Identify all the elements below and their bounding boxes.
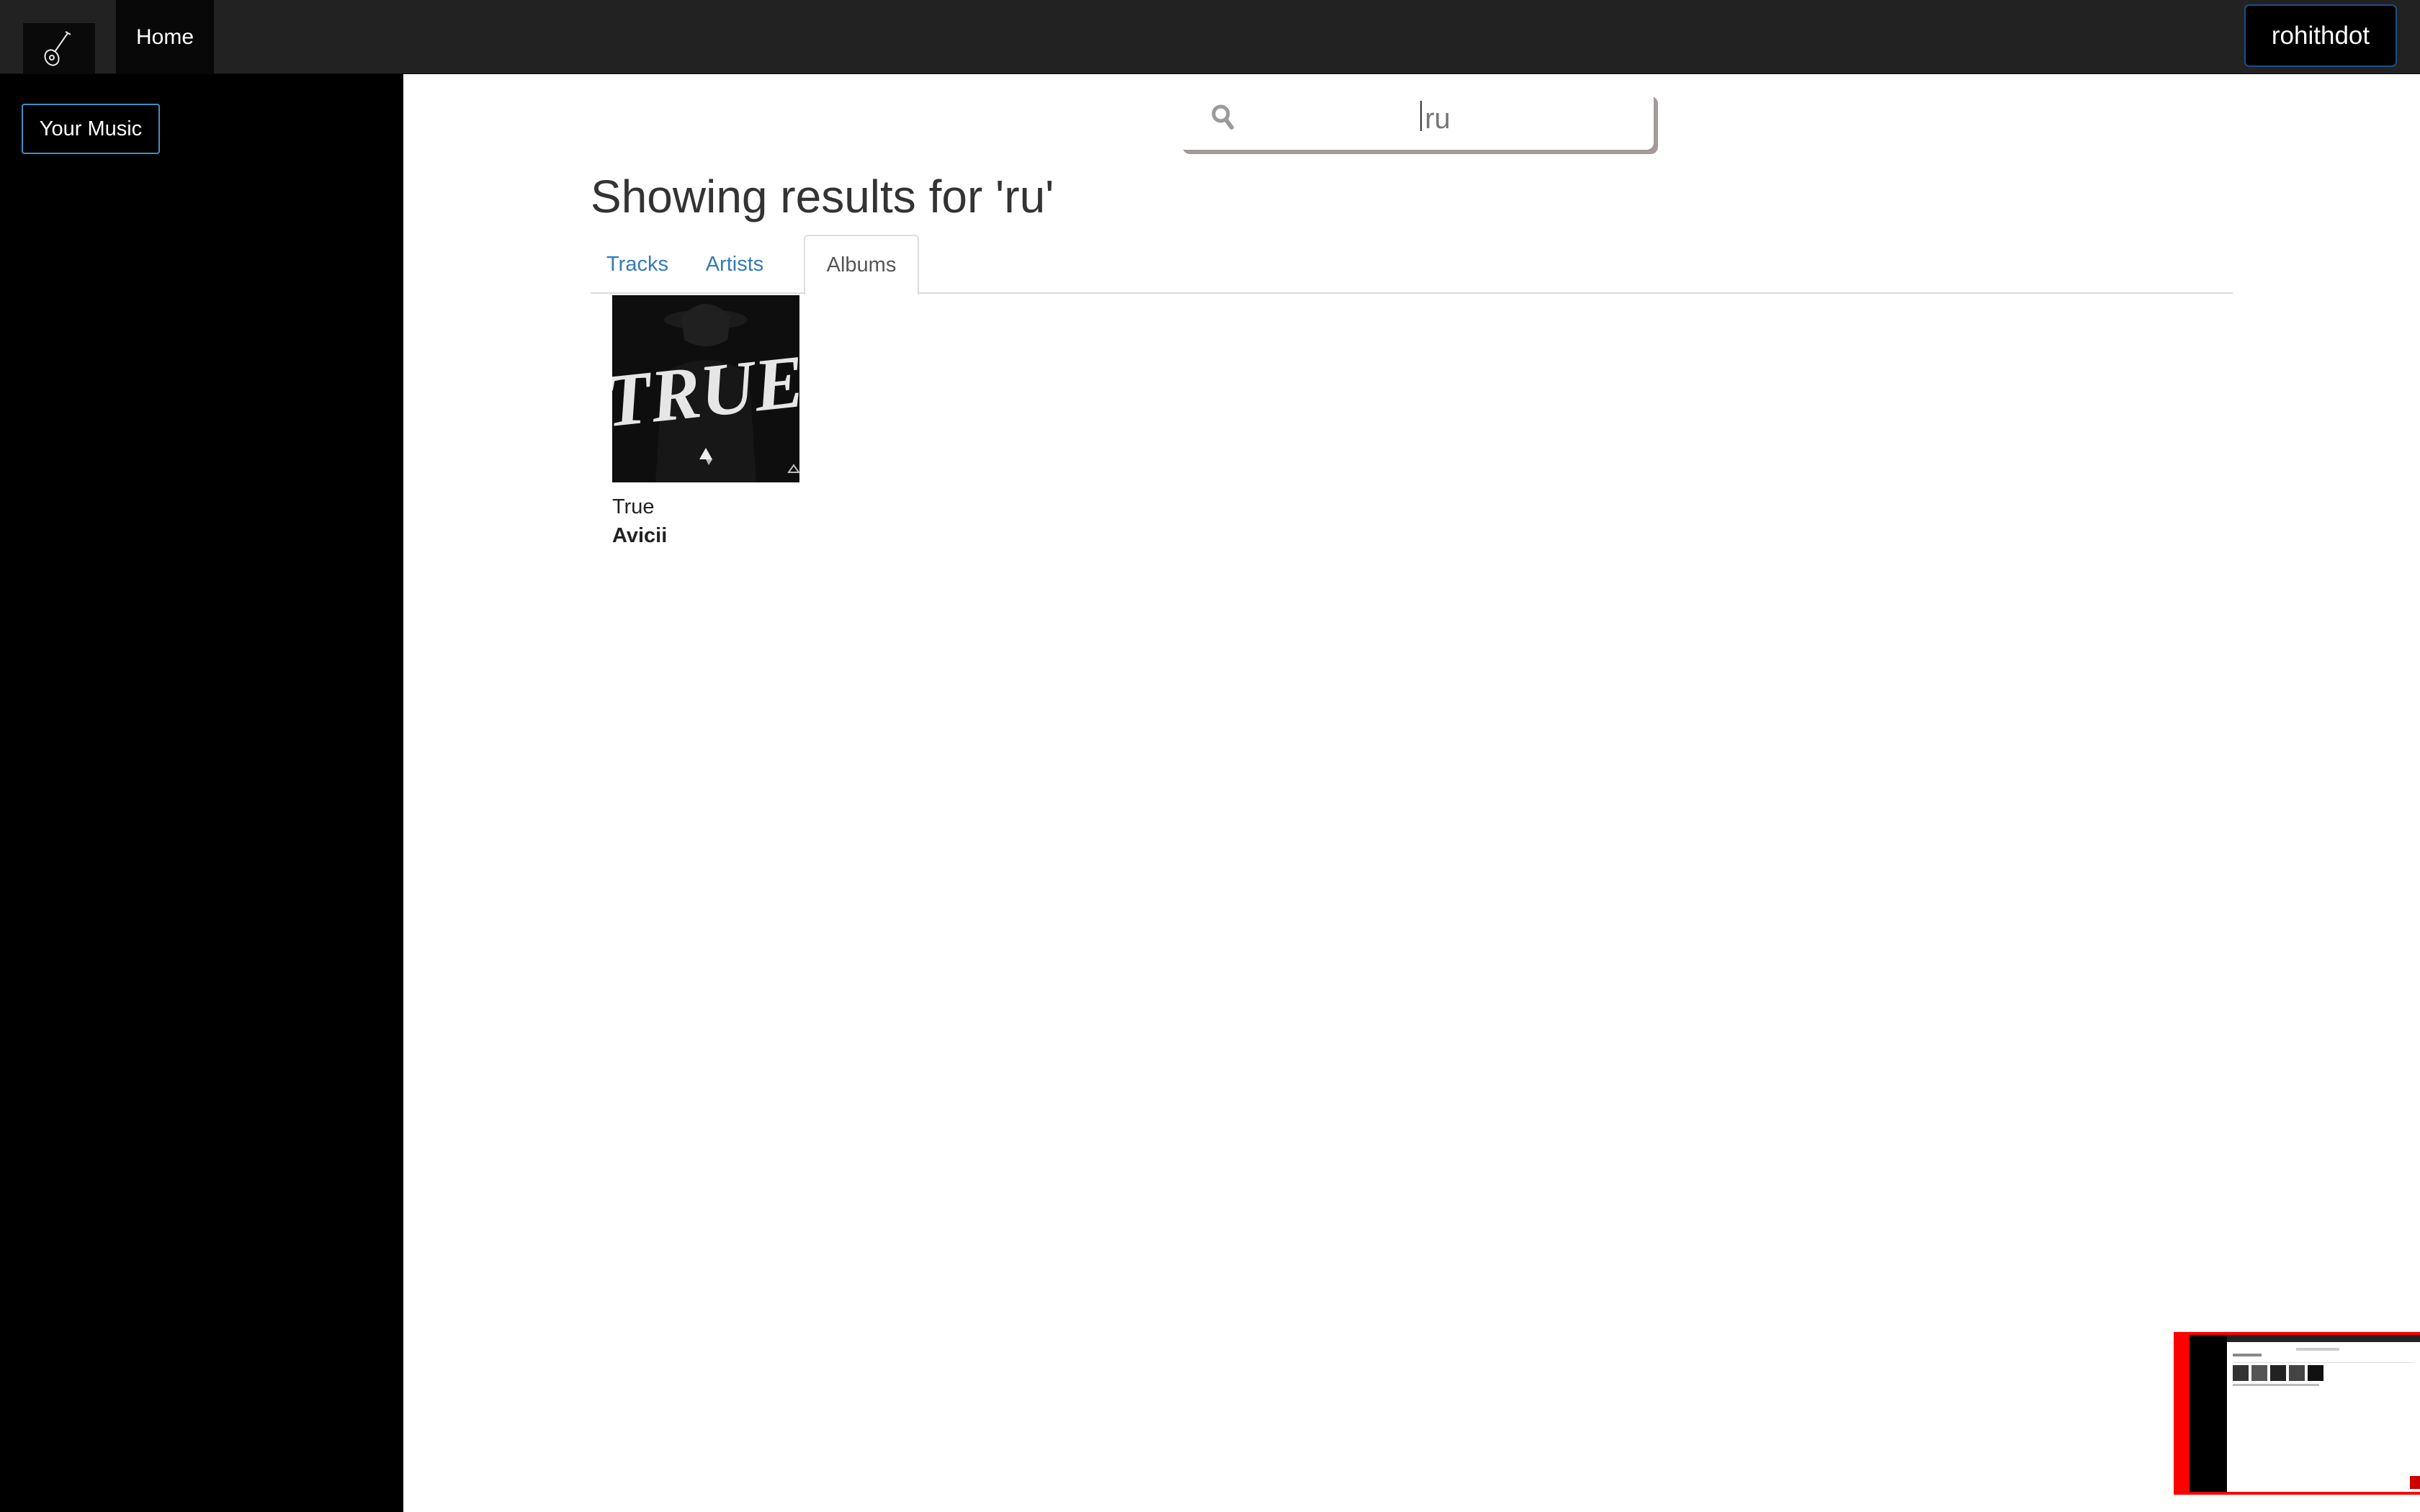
album-cover-image[interactable]: TRUE: [612, 295, 799, 482]
album-artist[interactable]: Avicii: [612, 524, 667, 548]
page-title: Showing results for 'ru': [591, 171, 1054, 222]
results-tabs: Tracks Artists Albums: [591, 235, 2233, 295]
album-title[interactable]: True: [612, 495, 655, 519]
album-card[interactable]: TRUE True Avicii: [612, 295, 801, 547]
user-menu-button[interactable]: rohithdot: [2244, 4, 2397, 67]
tab-tracks[interactable]: Tracks: [591, 235, 684, 294]
guitar-logo-icon: [44, 31, 71, 66]
your-music-button[interactable]: Your Music: [22, 104, 160, 154]
top-navbar: Home rohithdot: [0, 0, 2420, 74]
tab-artists[interactable]: Artists: [684, 235, 785, 294]
search-box: [1178, 92, 1654, 150]
search-input[interactable]: [1236, 98, 1639, 140]
text-caret: [1420, 101, 1422, 131]
tab-albums[interactable]: Albums: [804, 235, 919, 295]
sidebar: Your Music: [0, 74, 403, 1512]
screenshot-thumbnail[interactable]: [2174, 1332, 2420, 1495]
nav-home-link[interactable]: Home: [116, 0, 214, 74]
thumbnail-preview: [2190, 1335, 2420, 1492]
brand-logo[interactable]: [23, 23, 95, 74]
search-icon: [1210, 102, 1234, 138]
